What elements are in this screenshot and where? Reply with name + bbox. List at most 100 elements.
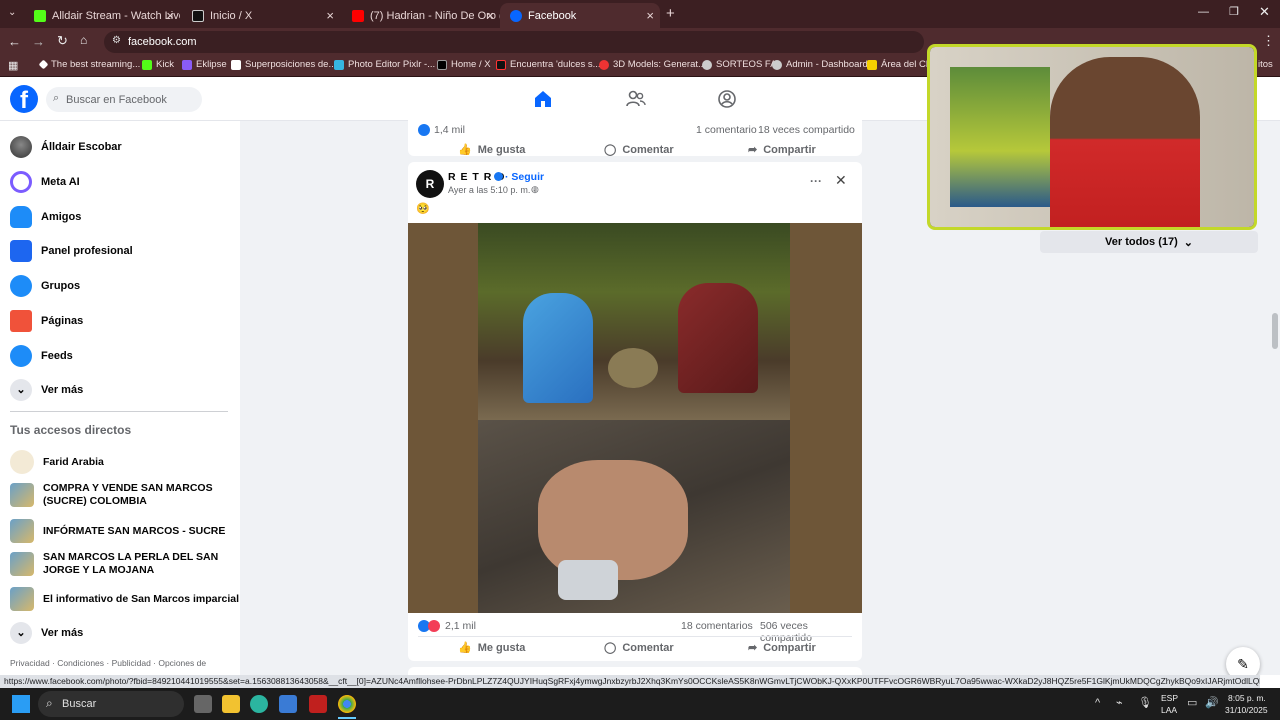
minimize-icon[interactable]: — <box>1198 6 1209 18</box>
sidebar-item-profile[interactable]: Álldair Escobar <box>10 136 122 158</box>
tab-youtube[interactable]: (7) Hadrian - Niño De Oro (Vid × <box>342 3 500 28</box>
bookmark-item[interactable]: Admin - Dashboard <box>772 59 868 70</box>
clock-date[interactable]: 31/10/2025 <box>1225 705 1268 715</box>
comment-count[interactable]: 18 comentarios <box>681 620 753 632</box>
forward-icon[interactable]: → <box>32 34 45 49</box>
share-button[interactable]: ➦ Compartir <box>748 143 816 157</box>
task-view-icon[interactable] <box>194 695 212 713</box>
store-icon[interactable] <box>279 695 297 713</box>
share-count[interactable]: 18 veces compartido <box>758 124 855 136</box>
shortcut-item[interactable]: Farid Arabia <box>10 450 104 474</box>
post-time[interactable]: Ayer a las 5:10 p. m. · <box>448 185 536 195</box>
comment-icon: ◯ <box>604 144 617 156</box>
new-tab-button[interactable]: + <box>666 5 675 22</box>
bookmark-item[interactable]: Superposiciones de... <box>231 59 336 70</box>
sidebar-item-pro-dashboard[interactable]: Panel profesional <box>10 240 133 262</box>
sidebar-item-feeds[interactable]: Feeds <box>10 345 73 367</box>
bookmark-item[interactable]: Kick <box>142 59 174 70</box>
photo-man-red-shirt <box>678 283 758 393</box>
taskbar-search-input[interactable]: ⌕ Buscar <box>38 691 184 717</box>
tab-search-icon[interactable]: ⌄ <box>8 7 16 18</box>
chrome-icon[interactable] <box>338 695 356 713</box>
close-tab-icon[interactable]: × <box>486 8 494 23</box>
reaction-count[interactable]: 2,1 mil <box>445 620 476 632</box>
language-code[interactable]: ESP <box>1161 693 1178 703</box>
file-explorer-icon[interactable] <box>222 695 240 713</box>
comment-button[interactable]: ◯ Comentar <box>604 641 674 655</box>
home-icon[interactable] <box>533 89 553 109</box>
bookmark-item[interactable]: 3D Models: Generat... <box>599 59 706 70</box>
address-bar[interactable]: ⚙ facebook.com <box>104 31 924 53</box>
comment-count[interactable]: 1 comentario <box>696 124 757 136</box>
shortcut-thumbnail <box>10 552 34 576</box>
tab-x[interactable]: Inicio / X × <box>182 3 340 28</box>
globe-icon <box>702 59 712 70</box>
post-card: R R E T R O · Seguir Ayer a las 5:10 p. … <box>408 162 862 661</box>
like-button[interactable]: 👍 Me gusta <box>458 143 525 157</box>
network-icon[interactable]: ⌁ <box>1116 696 1123 709</box>
reload-icon[interactable]: ↻ <box>57 33 68 49</box>
close-tab-icon[interactable]: × <box>166 8 174 23</box>
like-button[interactable]: 👍 Me gusta <box>458 641 525 655</box>
clock-time[interactable]: 8:05 p. m. <box>1228 693 1266 703</box>
shortcut-thumbnail <box>10 450 34 474</box>
sidebar-item-pages[interactable]: Páginas <box>10 310 83 332</box>
more-options-icon[interactable]: ··· <box>810 174 822 188</box>
shortcut-item[interactable]: El informativo de San Marcos imparcial <box>10 587 239 611</box>
share-button[interactable]: ➦ Compartir <box>748 641 816 655</box>
photo-top-dinner-scene <box>478 223 790 420</box>
home-icon[interactable]: ⌂ <box>80 33 87 47</box>
tray-chevron-icon[interactable]: ^ <box>1095 697 1100 709</box>
shortcut-item[interactable]: COMPRA Y VENDE SAN MARCOS (SUCRE) COLOMB… <box>10 482 230 508</box>
edge-icon[interactable] <box>250 695 268 713</box>
close-tab-icon[interactable]: × <box>326 8 334 23</box>
apps-icon[interactable]: ▦ <box>8 59 18 72</box>
display-icon[interactable]: ▭ <box>1187 696 1197 709</box>
tab-kick[interactable]: Alldair Stream - Watch Live on × <box>24 3 180 28</box>
follow-button[interactable]: · Seguir <box>505 171 544 183</box>
reaction-count[interactable]: 1,4 mil <box>434 124 465 136</box>
facebook-logo-icon[interactable]: f <box>10 85 38 113</box>
sidebar-item-friends[interactable]: Amigos <box>10 206 81 228</box>
search-input[interactable]: ⌕ Buscar en Facebook <box>46 87 202 112</box>
friends-icon[interactable] <box>626 89 646 109</box>
menu-icon[interactable]: ⋮ <box>1262 33 1275 49</box>
comment-button[interactable]: ◯ Comentar <box>604 143 674 157</box>
bookmark-item[interactable]: The best streaming... <box>38 59 140 70</box>
bookmark-item[interactable]: Eklipse <box>182 59 227 70</box>
sidebar-see-more[interactable]: ⌄ Ver más <box>10 379 83 401</box>
groups-profile-icon[interactable] <box>717 89 737 109</box>
scrollbar-thumb[interactable] <box>1272 313 1278 349</box>
shortcuts-see-more[interactable]: ⌄ Ver más <box>10 622 83 644</box>
tab-facebook[interactable]: Facebook × <box>500 3 660 28</box>
windows-start-icon[interactable] <box>12 695 30 713</box>
bookmark-favicon-icon <box>38 59 49 70</box>
sidebar-item-meta-ai[interactable]: Meta AI <box>10 171 80 193</box>
globe-icon <box>772 59 782 70</box>
close-icon[interactable]: ✕ <box>835 172 847 189</box>
close-window-icon[interactable]: ✕ <box>1259 4 1270 20</box>
back-icon[interactable]: ← <box>8 34 21 49</box>
bookmark-item[interactable]: SORTEOS FA <box>702 59 777 70</box>
volume-icon[interactable]: 🔊 <box>1205 696 1219 709</box>
bookmark-item[interactable]: Photo Editor Pixlr -... <box>334 59 435 70</box>
footer-links[interactable]: Privacidad · Condiciones · Publicidad · … <box>10 658 206 668</box>
close-tab-icon[interactable]: × <box>646 8 654 23</box>
bookmark-item[interactable]: Área del Clie <box>867 59 935 70</box>
bookmark-item[interactable]: Home / X <box>437 59 491 70</box>
bookmark-item[interactable]: Encuentra 'dulces s... <box>496 59 601 70</box>
shortcut-item[interactable]: INFÓRMATE SAN MARCOS - SUCRE <box>10 519 225 543</box>
mic-icon[interactable]: 🎙 <box>1138 696 1152 709</box>
site-info-icon[interactable]: ⚙ <box>112 35 121 46</box>
post-photo[interactable] <box>408 223 862 613</box>
page-avatar[interactable]: R <box>416 170 444 198</box>
shortcut-item[interactable]: SAN MARCOS LA PERLA DEL SAN JORGE Y LA M… <box>10 551 230 577</box>
sidebar-item-groups[interactable]: Grupos <box>10 275 80 297</box>
dashboard-icon <box>10 240 32 262</box>
contacts-see-all-button[interactable]: Ver todos (17) ⌄ <box>1040 231 1258 253</box>
share-icon: ➦ <box>748 144 758 156</box>
maximize-icon[interactable]: ❐ <box>1229 5 1239 18</box>
app-p-icon[interactable] <box>309 695 327 713</box>
photo-watch <box>558 560 618 600</box>
bookmark-overflow[interactable]: itos <box>1258 59 1273 70</box>
